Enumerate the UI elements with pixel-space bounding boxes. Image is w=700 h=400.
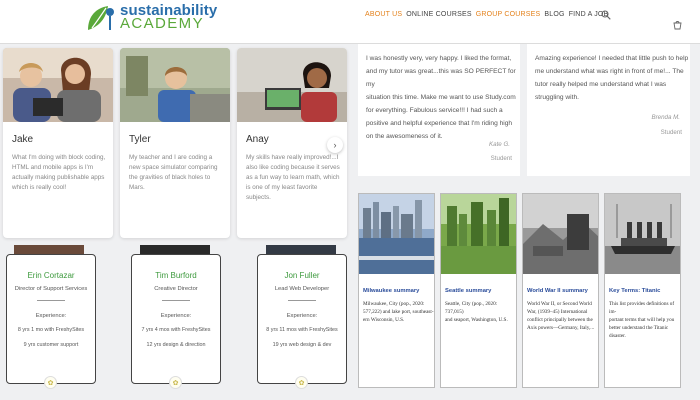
staff-experience-label: Experience: (160, 313, 192, 319)
summary-text: World War II, or Second World War, (1939… (527, 300, 594, 332)
summary-card[interactable]: World War II summary World War II, or Se… (522, 193, 599, 388)
staff-name: Jon Fuller (284, 271, 320, 280)
search-icon[interactable] (601, 10, 611, 20)
staff-role: Lead Web Developer (274, 286, 330, 292)
staff-experience-line: 9 yrs customer support (23, 342, 79, 348)
leaf-icon: ✿ (44, 376, 57, 389)
student-quote: My teacher and I are coding a new space … (129, 154, 218, 191)
summary-title[interactable]: Milwaukee summary (363, 288, 419, 294)
testimonial-line: positive and helpful experience that I'm… (366, 120, 513, 127)
testimonial-card: I was honestly very, very happy. I liked… (358, 44, 520, 176)
divider (162, 300, 190, 301)
staff-experience-line: 19 yrs web design & dev (272, 342, 332, 348)
summary-title[interactable]: Seattle summary (445, 288, 491, 294)
cart-icon[interactable] (673, 20, 682, 30)
testimonial-text: I was honestly very, very happy. I liked… (366, 52, 520, 143)
staff-experience-line: 8 yrs 1 mo with FreshySites (17, 327, 85, 333)
student-name: Jake (12, 134, 34, 145)
staff-name: Tim Burford (155, 271, 197, 280)
staff-experience-line: 12 yrs design & direction (146, 342, 206, 348)
divider (288, 300, 316, 301)
summary-image (605, 194, 680, 274)
student-name: Tyler (129, 134, 151, 145)
nav-blog[interactable]: BLOG (544, 11, 564, 18)
testimonial-line: situation this time. Make me want to use… (366, 94, 516, 101)
testimonial-line: for everything. Fabulous service!!! I ha… (366, 107, 503, 114)
summary-line: 577,222) and lake port, southeast- (363, 309, 434, 315)
student-name: Anay (246, 134, 269, 145)
summary-card[interactable]: Key Terms: Titanic This list provides de… (604, 193, 681, 388)
student-quote: My skills have really improved!...I also… (246, 154, 340, 201)
summary-line: conflict principally between the (527, 317, 593, 323)
chevron-right-icon: › (333, 140, 337, 150)
staff-card: Erin Cortazar Director of Support Servic… (6, 254, 96, 384)
nav-group-courses[interactable]: GROUP COURSES (476, 11, 541, 18)
staff-role: Director of Support Services (14, 286, 88, 292)
summary-title[interactable]: World War II summary (527, 288, 588, 294)
summary-text: Milwaukee, City (pop., 2020: 577,222) an… (363, 300, 434, 324)
testimonial-card: Amazing experience! I needed that little… (527, 44, 690, 176)
testimonial-line: me understand what was right in front of… (535, 68, 684, 75)
page: sustainability ACADEMY ABOUT US ONLINE C… (0, 0, 700, 400)
student-card: Tyler My teacher and I are coding a new … (120, 48, 230, 238)
testimonial-author: Kate G. (489, 141, 510, 148)
summary-text: This list provides definitions of im- po… (609, 300, 680, 340)
divider (37, 300, 65, 301)
staff-role: Creative Director (154, 286, 198, 292)
staff-experience-label: Experience: (35, 313, 67, 319)
summary-card[interactable]: Seattle summary Seattle, City (pop., 202… (440, 193, 517, 388)
student-card: Jake What I'm doing with block coding, H… (3, 48, 113, 238)
summary-line: Milwaukee, City (pop., 2020: (363, 301, 425, 307)
summary-title[interactable]: Key Terms: Titanic (609, 288, 660, 294)
carousel-next-button[interactable]: › (327, 137, 343, 153)
testimonial-role: Student (660, 129, 682, 136)
nav-about-us[interactable]: ABOUT US (365, 11, 402, 18)
staff-experience-line: 8 yrs 11 mos with FreshySites (266, 327, 338, 333)
summary-line: disaster. (609, 333, 626, 339)
main-nav: ABOUT US ONLINE COURSES GROUP COURSES BL… (365, 11, 608, 18)
staff-experience-label: Experience: (286, 313, 318, 319)
summary-text: Seattle, City (pop., 2020: 737,015) and … (445, 300, 516, 324)
leaf-icon: ✿ (295, 376, 308, 389)
summary-line: Axis powers—Germany, Italy,... (527, 325, 595, 331)
summary-image (523, 194, 598, 274)
summary-line: War, (1939–45) International (527, 309, 588, 315)
summary-line: and seaport, Washington, U.S. (445, 317, 508, 323)
testimonial-role: Student (490, 155, 512, 162)
staff-card: Tim Burford Creative Director Experience… (131, 254, 221, 384)
nav-online-courses[interactable]: ONLINE COURSES (406, 11, 471, 18)
testimonial-line: Amazing experience! I needed that little… (535, 55, 689, 62)
testimonial-author: Brenda M. (651, 114, 680, 121)
logo[interactable]: sustainability ACADEMY (84, 1, 217, 33)
summary-line: Seattle, City (pop., 2020: 737,015) (445, 301, 498, 315)
testimonial-line: struggling with. (535, 94, 579, 101)
logo-leaf-icon (88, 6, 114, 30)
leaf-icon: ✿ (169, 376, 182, 389)
summary-line: ern Wisconsin, U.S. (363, 317, 405, 323)
testimonial-line: and my tutor was great...this was SO PER… (366, 68, 516, 88)
student-photo (120, 48, 230, 122)
site-header: sustainability ACADEMY ABOUT US ONLINE C… (0, 0, 700, 44)
summary-line: better understand the Titanic (609, 325, 669, 331)
summary-line: World War II, or Second World (527, 301, 592, 307)
student-photo (237, 48, 347, 122)
logo-line2: ACADEMY (120, 15, 204, 32)
summary-card[interactable]: Milwaukee summary Milwaukee, City (pop.,… (358, 193, 435, 388)
summary-image (359, 194, 434, 274)
student-photo (3, 48, 113, 122)
testimonial-line: tutor really helped me understand what I… (535, 81, 667, 88)
summary-image (441, 194, 516, 274)
staff-name: Erin Cortazar (27, 271, 75, 280)
summary-line: This list provides definitions of im- (609, 301, 675, 315)
staff-experience-line: 7 yrs 4 mos with FreshySites (141, 327, 211, 333)
testimonial-line: I was honestly very, very happy. I liked… (366, 55, 512, 62)
testimonial-text: Amazing experience! I needed that little… (535, 52, 688, 104)
student-quote: What I'm doing with block coding, HTML a… (12, 154, 106, 191)
summary-line: portant terms that will help you (609, 317, 675, 323)
staff-card: Jon Fuller Lead Web Developer Experience… (257, 254, 347, 384)
